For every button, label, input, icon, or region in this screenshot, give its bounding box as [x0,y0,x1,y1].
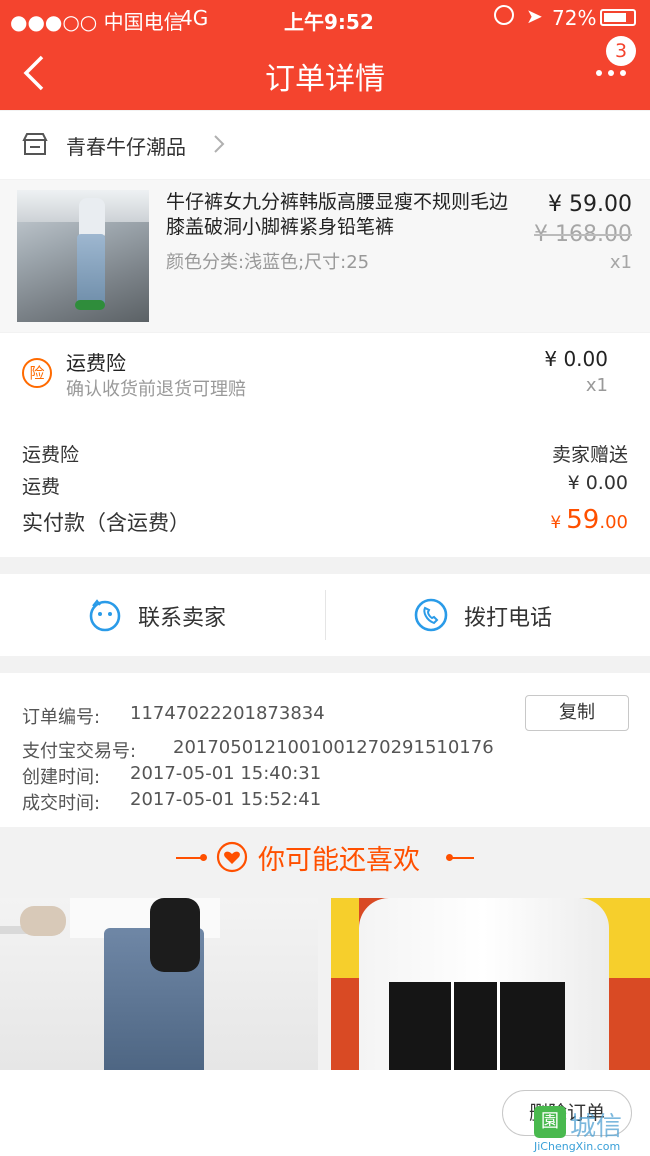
recommend-product-2[interactable] [331,898,650,1070]
product-quantity: x1 [609,252,632,273]
summary-shipping-value: ¥ 0.00 [567,472,628,494]
summary-shipping-label: 运费 [22,476,61,498]
copy-order-number-button[interactable]: 复制 [525,695,629,731]
notification-badge: 3 [606,36,636,66]
watermark-text: 城信 [570,1112,623,1142]
chevron-right-icon [214,135,225,153]
phone-icon [414,598,448,632]
insurance-price: ¥ 0.00 [544,347,608,371]
paid-amount-label: 实付款（含运费） [22,511,190,535]
product-original-price: ¥ 168.00 [534,222,632,247]
alipay-trade-label: 支付宝交易号: [22,741,137,762]
insurance-subtitle: 确认收货前退货可理赔 [66,379,246,400]
created-time: 2017-05-01 15:40:31 [130,763,322,784]
insurance-title: 运费险 [66,351,126,375]
shop-icon [22,133,48,155]
contact-seller-label: 联系卖家 [138,606,227,631]
page-title: 订单详情 [265,62,385,97]
contact-seller-button[interactable]: 联系卖家 [0,574,325,656]
battery-percent: 72% [552,6,597,30]
order-number-label: 订单编号: [22,707,101,728]
recommend-header: 你可能还喜欢 [0,828,650,898]
recommend-product-1[interactable] [0,898,318,1070]
watermark-url: JiChengXin.com [534,1140,621,1153]
call-phone-label: 拨打电话 [464,606,553,631]
network-label: 4G [180,6,209,30]
call-phone-button[interactable]: 拨打电话 [326,574,650,656]
paid-amount-value: ¥ 59.00 [550,505,628,535]
more-dots-icon [596,70,602,76]
order-number: 11747022201873834 [130,703,325,724]
decor-dot [200,854,207,861]
shop-name[interactable]: 青春牛仔潮品 [66,131,186,160]
product-row[interactable]: 牛仔裤女九分裤韩版高腰显瘦不规则毛边膝盖破洞小脚裤紧身铅笔裤 颜色分类:浅蓝色;… [0,180,650,332]
nav-bar: 订单详情 3 [0,36,650,110]
insurance-quantity: x1 [585,375,608,396]
watermark-logo-icon: 園 [534,1106,566,1138]
closed-time-label: 成交时间: [22,793,101,814]
product-thumbnail[interactable] [17,190,149,322]
alipay-trade-number: 2017050121001001270291510176 [173,737,494,758]
insurance-icon: 险 [22,358,52,388]
recommend-title: 你可能还喜欢 [258,845,420,876]
location-arrow-icon: ➤ [526,4,543,28]
product-price: ¥ 59.00 [548,192,632,217]
price-summary-block: 险 运费险 确认收货前退货可理赔 ¥ 0.00 x1 运费险 卖家赠送 运费 ¥… [0,333,650,557]
status-bar: ●●●○○ 中国电信 4G 上午9:52 ➤ 72% [0,0,650,36]
summary-insurance-label: 运费险 [22,444,80,466]
created-time-label: 创建时间: [22,767,101,788]
shop-row[interactable]: 青春牛仔潮品 [0,111,650,179]
clock: 上午9:52 [284,10,374,34]
site-watermark: 園 城信 JiChengXin.com [534,1106,646,1154]
contact-bar: 联系卖家 拨打电话 [0,574,650,656]
heart-icon [216,841,248,873]
orientation-lock-icon [494,5,514,25]
product-spec: 颜色分类:浅蓝色;尺寸:25 [166,252,370,273]
order-info-block: 订单编号: 11747022201873834 复制 支付宝交易号: 20170… [0,673,650,827]
carrier-label: ●●●○○ 中国电信 [10,10,184,34]
summary-insurance-value: 卖家赠送 [551,444,628,466]
battery-icon [600,9,636,26]
chat-smiley-icon [89,599,121,632]
product-title[interactable]: 牛仔裤女九分裤韩版高腰显瘦不规则毛边膝盖破洞小脚裤紧身铅笔裤 [166,190,512,240]
closed-time: 2017-05-01 15:52:41 [130,789,322,810]
